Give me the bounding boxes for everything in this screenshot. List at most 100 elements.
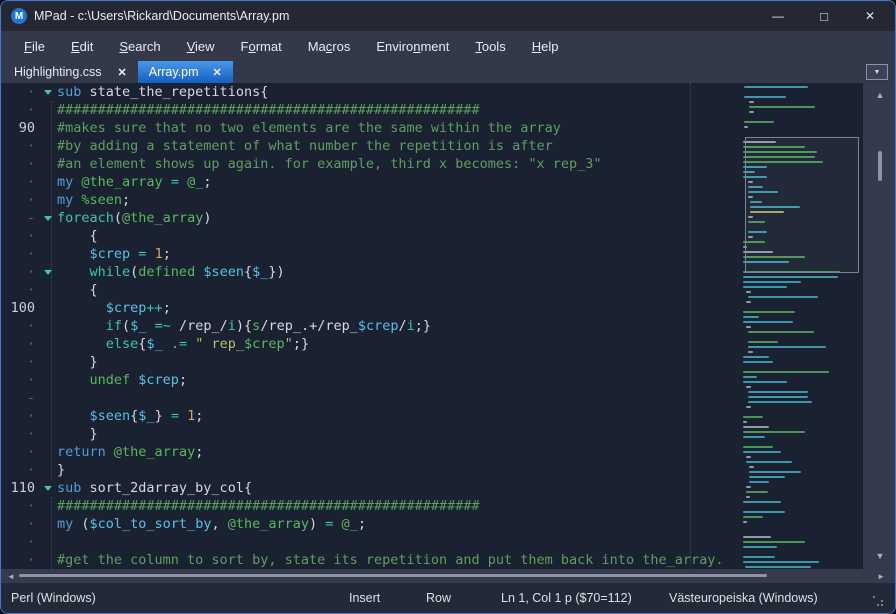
status-cursor-position: Ln 1, Col 1 p ($70=112): [501, 591, 632, 605]
minimap-line: [748, 391, 808, 393]
minimap-line: [749, 111, 754, 113]
minimap-line: [743, 511, 785, 513]
code-text: #by adding a statement of what number th…: [57, 137, 553, 155]
tab-list-dropdown-button[interactable]: ▼: [866, 64, 888, 80]
minimap-line: [743, 276, 838, 278]
minimap-line: [749, 466, 754, 468]
menubar: FileEditSearchViewFormatMacrosEnvironmen…: [1, 31, 895, 61]
horizontal-scrollbar-thumb[interactable]: [19, 574, 767, 577]
menu-edit[interactable]: Edit: [58, 39, 106, 54]
code-text: sub state_the_repetitions{: [57, 83, 268, 101]
fold-column: [43, 191, 57, 209]
menu-file[interactable]: File: [11, 39, 58, 54]
line-number: ·: [1, 281, 43, 299]
code-text: while(defined $seen{$_}): [57, 263, 285, 281]
fold-column: [43, 245, 57, 263]
line-number: ·: [1, 155, 43, 173]
menu-format[interactable]: Format: [228, 39, 295, 54]
window-title: MPad - c:\Users\Rickard\Documents\Array.…: [34, 1, 289, 31]
fold-chevron-icon[interactable]: [44, 486, 52, 491]
minimap-line: [749, 476, 785, 478]
code-text: $crep++;: [57, 299, 171, 317]
minimap-line: [743, 561, 819, 563]
minimap-line: [746, 496, 750, 498]
minimap-line: [746, 326, 751, 328]
minimap-line: [743, 546, 777, 548]
scroll-right-icon[interactable]: ►: [877, 572, 885, 581]
code-text: my @the_array = @_;: [57, 173, 212, 191]
line-number: ·: [1, 515, 43, 533]
fold-chevron-icon[interactable]: [44, 90, 52, 95]
menu-view[interactable]: View: [174, 39, 228, 54]
code-text: else{$_ .= " rep_$crep";}: [57, 335, 309, 353]
minimap-line: [743, 556, 775, 558]
fold-column: [43, 281, 57, 299]
line-number: ·: [1, 443, 43, 461]
line-number: ·: [1, 407, 43, 425]
fold-column: [43, 353, 57, 371]
minimap-line: [749, 106, 815, 108]
tab-close-icon[interactable]: ✕: [213, 66, 222, 79]
vertical-scrollbar-thumb[interactable]: [878, 151, 882, 181]
tab-array.pm[interactable]: Array.pm✕: [138, 61, 233, 83]
fold-column: [43, 101, 57, 119]
line-number: ·: [1, 317, 43, 335]
menu-macros[interactable]: Macros: [295, 39, 364, 54]
code-text: foreach(@the_array): [57, 209, 211, 227]
fold-column: [43, 497, 57, 515]
minimap-line: [746, 301, 751, 303]
code-text: $seen{$_} = 1;: [57, 407, 203, 425]
line-number: ·: [1, 83, 43, 101]
maximize-button[interactable]: □: [801, 1, 847, 31]
menu-tools[interactable]: Tools: [462, 39, 518, 54]
code-text: if($_ =~ /rep_/i){s/rep_.+/rep_$crep/i;}: [57, 317, 431, 335]
scroll-left-icon[interactable]: ◄: [7, 572, 15, 581]
menu-help[interactable]: Help: [519, 39, 572, 54]
code-text: #an element shows up again. for example,…: [57, 155, 602, 173]
resize-grip[interactable]: [873, 596, 883, 606]
minimap-line: [743, 311, 795, 313]
fold-chevron-icon[interactable]: [44, 216, 52, 221]
fold-column: [43, 389, 57, 407]
minimap-line: [743, 451, 781, 453]
minimap-line: [746, 491, 768, 493]
close-button[interactable]: ✕: [847, 1, 893, 31]
fold-column: [43, 173, 57, 191]
fold-column: [43, 209, 57, 227]
minimap-line: [748, 351, 753, 353]
fold-column: [43, 155, 57, 173]
minimize-button[interactable]: —: [755, 1, 801, 31]
line-number: -: [1, 389, 43, 407]
line-number: ·: [1, 551, 43, 569]
editor-area[interactable]: ·sub state_the_repetitions{·############…: [1, 83, 895, 569]
fold-column: [43, 515, 57, 533]
fold-column: [43, 371, 57, 389]
minimap-line: [743, 381, 787, 383]
minimap-viewport[interactable]: [745, 137, 859, 273]
minimap-line: [743, 321, 793, 323]
menu-environment[interactable]: Environment: [363, 39, 462, 54]
tab-highlighting.css[interactable]: Highlighting.css✕: [3, 61, 138, 83]
code-text: sub sort_2darray_by_col{: [57, 479, 252, 497]
fold-column: [43, 461, 57, 479]
fold-column: [43, 533, 57, 551]
minimap-line: [743, 501, 781, 503]
app-icon: M: [11, 8, 27, 24]
minimap-line: [748, 341, 778, 343]
menu-search[interactable]: Search: [106, 39, 173, 54]
titlebar: M MPad - c:\Users\Rickard\Documents\Arra…: [1, 1, 895, 31]
horizontal-scrollbar[interactable]: ◄ ►: [1, 569, 895, 583]
scroll-up-icon[interactable]: ▲: [863, 91, 896, 100]
fold-column: [43, 119, 57, 137]
fold-chevron-icon[interactable]: [44, 270, 52, 275]
vertical-scrollbar[interactable]: ▲ ▼: [863, 83, 896, 569]
tab-close-icon[interactable]: ✕: [118, 66, 127, 79]
code-text: #get the column to sort by, state its re…: [57, 551, 723, 569]
fold-column: [43, 227, 57, 245]
minimap-line: [743, 361, 773, 363]
minimap[interactable]: [741, 83, 863, 569]
scroll-down-icon[interactable]: ▼: [863, 552, 896, 561]
status-encoding: Västeuropeiska (Windows): [669, 591, 818, 605]
minimap-line: [743, 446, 773, 448]
line-number: ·: [1, 461, 43, 479]
